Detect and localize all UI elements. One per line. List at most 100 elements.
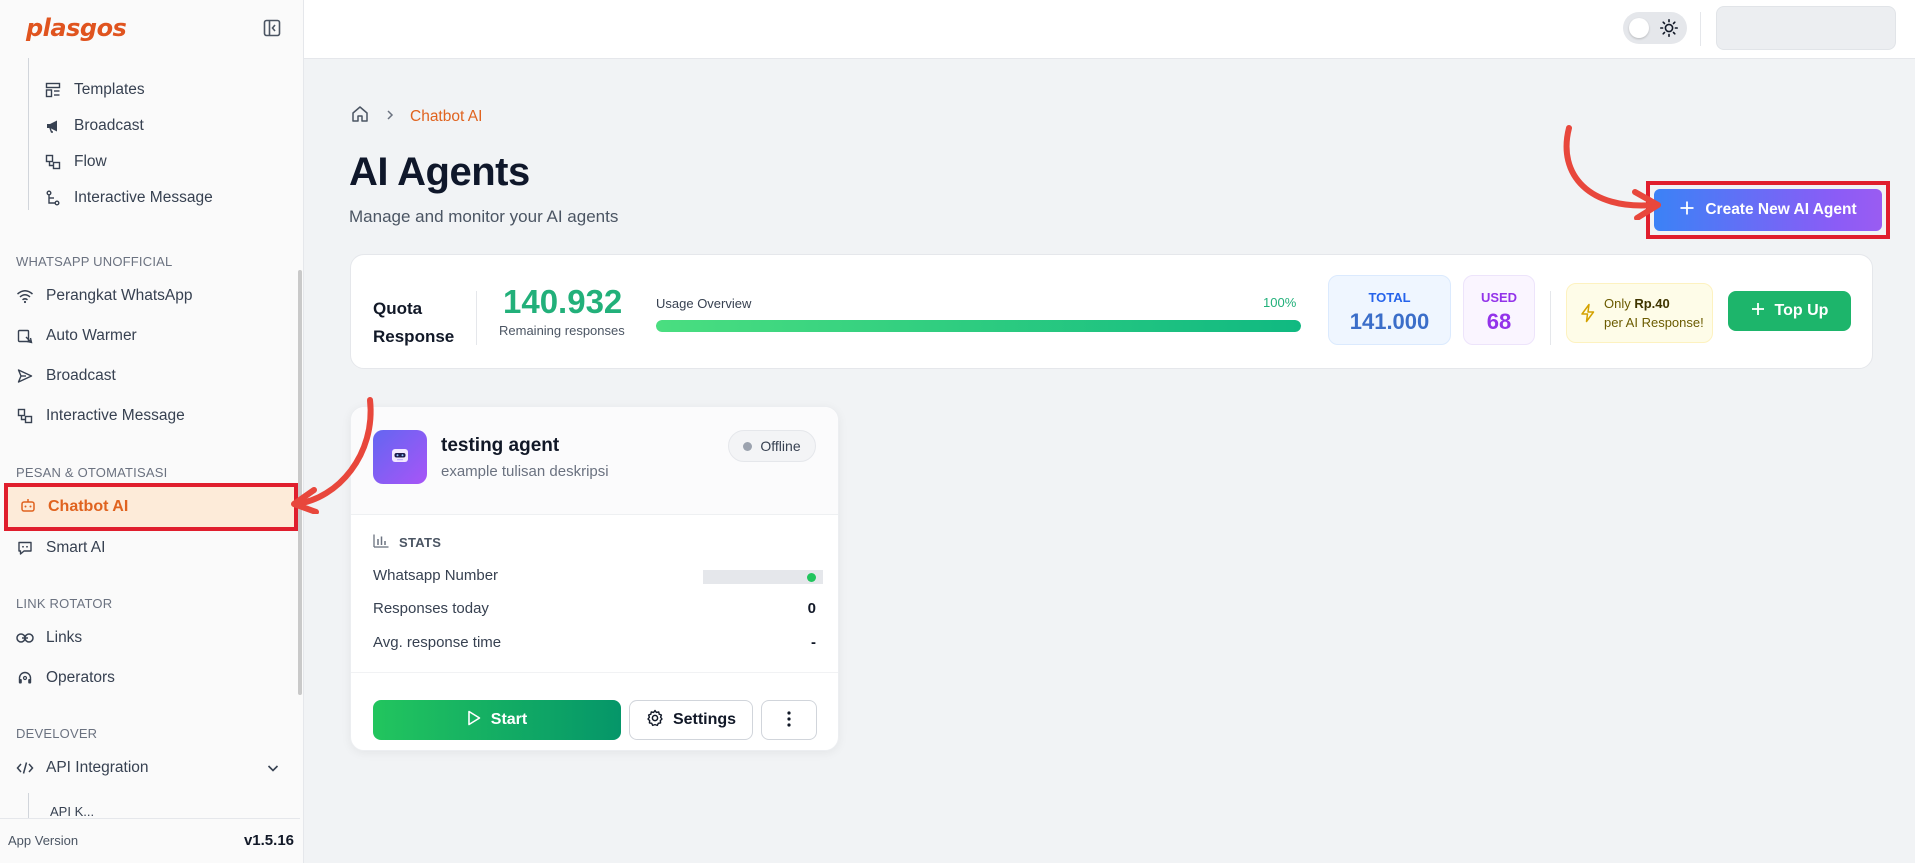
used-box: USED 68 — [1463, 275, 1535, 345]
quota-title-line1: Quota — [373, 299, 423, 318]
remaining-label: Remaining responses — [499, 323, 625, 338]
create-agent-highlight: Create New AI Agent — [1646, 181, 1890, 239]
sidebar-item-label: Broadcast — [46, 367, 116, 384]
sidebar-item-operators[interactable]: Operators — [16, 660, 115, 696]
stat-row-avg-response-time: Avg. response time - — [373, 634, 816, 651]
sidebar-scrollbar[interactable] — [298, 270, 302, 695]
lightning-icon — [1579, 303, 1597, 323]
sidebar-item-templates[interactable]: Templates — [44, 72, 145, 108]
robot-icon — [387, 442, 413, 473]
sidebar-item-label: API Integration — [46, 759, 149, 776]
home-icon[interactable] — [350, 104, 370, 129]
breadcrumb-current: Chatbot AI — [410, 107, 483, 125]
settings-button[interactable]: Settings — [629, 700, 753, 740]
divider — [1550, 291, 1551, 345]
sidebar-item-label: Templates — [74, 81, 145, 98]
theme-toggle[interactable] — [1623, 12, 1687, 44]
usage-progress-fill — [656, 320, 1301, 332]
top-up-button[interactable]: Top Up — [1728, 291, 1851, 331]
sidebar-item-label: Operators — [46, 669, 115, 686]
page-title: AI Agents — [349, 150, 530, 194]
sidebar-item-label: Chatbot AI — [48, 498, 129, 515]
quota-card: Quota Response 140.932 Remaining respons… — [350, 254, 1873, 369]
stat-value: 0 — [807, 600, 816, 617]
promo-only-text: Only — [1604, 296, 1635, 311]
sidebar-item-broadcast-unofficial[interactable]: Broadcast — [16, 358, 116, 394]
sidebar-item-perangkat-whatsapp[interactable]: Perangkat WhatsApp — [16, 278, 192, 314]
sidebar: plasgos Templates Broadcast Flow Interac… — [0, 0, 304, 863]
sidebar-item-api-key[interactable]: API K... — [50, 804, 94, 818]
sidebar-footer: App Version v1.5.16 — [0, 818, 300, 863]
sidebar-item-api-integration[interactable]: API Integration — [16, 750, 280, 786]
quota-title-line2: Response — [373, 327, 455, 346]
stat-label: Avg. response time — [373, 634, 502, 651]
promo-price: Rp.40 — [1634, 296, 1670, 311]
sidebar-item-label: API K... — [50, 804, 95, 818]
status-badge: Offline — [728, 430, 816, 462]
divider — [476, 291, 477, 345]
more-options-button[interactable] — [761, 700, 817, 740]
button-label: Settings — [672, 711, 737, 728]
submenu-guide-line — [28, 793, 29, 818]
sidebar-item-auto-warmer[interactable]: Auto Warmer — [16, 318, 137, 354]
sidebar-item-label: Flow — [74, 153, 107, 170]
start-button[interactable]: Start — [373, 700, 621, 740]
sidebar-item-label: Broadcast — [74, 117, 144, 134]
branch-icon — [44, 189, 62, 207]
usage-progress-bar — [656, 320, 1301, 332]
user-menu[interactable] — [1716, 6, 1896, 50]
megaphone-icon — [44, 117, 62, 135]
agent-description: example tulisan deskripsi — [441, 463, 609, 480]
total-value: 141.000 — [1349, 309, 1430, 334]
create-new-ai-agent-button[interactable]: Create New AI Agent — [1654, 189, 1882, 231]
stat-value: - — [811, 634, 816, 651]
play-icon — [467, 710, 481, 731]
sidebar-item-label: Perangkat WhatsApp — [46, 287, 193, 304]
sidebar-item-chatbot-ai[interactable]: Chatbot AI — [4, 483, 298, 531]
sidebar-item-label: Smart AI — [46, 539, 106, 556]
sidebar-collapse-icon[interactable] — [262, 18, 282, 38]
agent-avatar — [373, 430, 427, 484]
total-label: TOTAL — [1368, 290, 1411, 305]
breadcrumb: Chatbot AI — [350, 104, 482, 129]
price-promo: Only Rp.40 per AI Response! — [1566, 283, 1713, 343]
used-label: USED — [1480, 290, 1518, 305]
sidebar-item-broadcast[interactable]: Broadcast — [44, 108, 144, 144]
total-box: TOTAL 141.000 — [1328, 275, 1451, 345]
status-text: Offline — [760, 438, 801, 454]
stats-header: STATS — [373, 534, 441, 551]
sun-icon — [1659, 18, 1679, 38]
quota-title: Quota Response — [373, 295, 454, 351]
agent-name[interactable]: testing agent — [441, 435, 559, 457]
section-pesan-otomatisasi: PESAN & OTOMATISASI — [16, 465, 168, 480]
chevron-down-icon[interactable] — [266, 761, 280, 780]
sidebar-item-links[interactable]: Links — [16, 620, 82, 656]
button-label: Create New AI Agent — [1705, 201, 1857, 218]
plus-icon — [1679, 200, 1695, 221]
stats-header-label: STATS — [399, 535, 442, 550]
sidebar-item-label: Auto Warmer — [46, 327, 137, 344]
button-label: Start — [490, 711, 528, 728]
topbar — [304, 0, 1915, 59]
sidebar-item-flow[interactable]: Flow — [44, 144, 107, 180]
sidebar-item-smart-ai[interactable]: Smart AI — [16, 530, 105, 566]
logo[interactable]: plasgos — [26, 14, 127, 42]
section-link-rotator: LINK ROTATOR — [16, 596, 113, 611]
chevron-right-icon — [384, 108, 396, 126]
sidebar-item-interactive-message[interactable]: Interactive Message — [44, 180, 213, 216]
sidebar-item-label: Links — [46, 629, 83, 646]
bar-chart-icon — [373, 534, 389, 551]
stat-label: Whatsapp Number — [373, 567, 499, 584]
status-dot — [743, 441, 753, 451]
usage-percent: 100% — [1263, 295, 1297, 310]
wifi-icon — [16, 287, 34, 305]
agent-card-actions: Start Settings — [351, 672, 838, 751]
bot-icon — [20, 497, 36, 518]
sidebar-item-interactive-message-unofficial[interactable]: Interactive Message — [16, 398, 185, 434]
stat-row-responses-today: Responses today 0 — [373, 600, 816, 617]
link-icon — [16, 629, 34, 647]
app-version-label: App Version — [8, 833, 79, 848]
remaining-value: 140.932 — [503, 283, 623, 320]
headset-icon — [16, 669, 34, 687]
connected-dot — [807, 573, 816, 582]
